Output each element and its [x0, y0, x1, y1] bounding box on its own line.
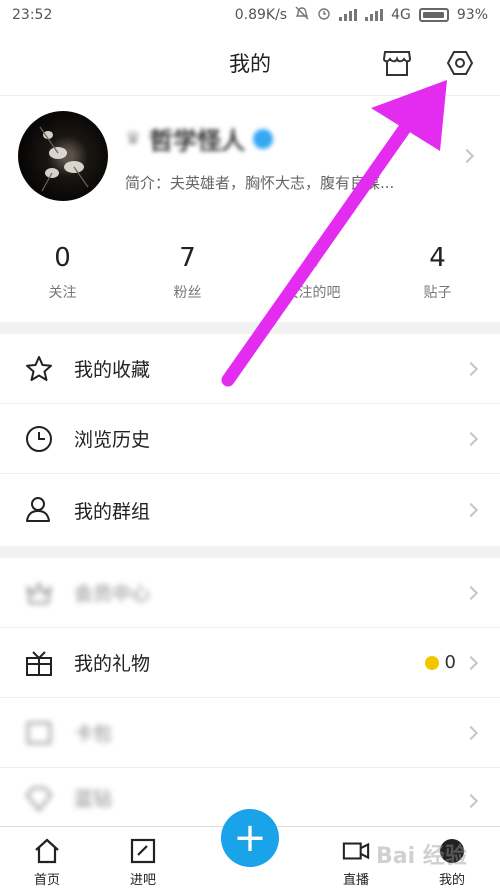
menu-favorites[interactable]: 我的收藏 [0, 334, 500, 404]
stat-value: 7 [179, 243, 196, 273]
menu-groups[interactable]: 我的群组 [0, 474, 500, 546]
stat-followed-bars[interactable]: 4 关注的吧 [250, 228, 375, 318]
star-icon [26, 356, 52, 381]
section-divider [0, 546, 500, 558]
menu-label: 浏览历史 [74, 429, 151, 451]
battery-icon [418, 8, 449, 22]
menu-member-center[interactable]: 会员中心 [0, 558, 500, 628]
stat-value: 4 [304, 243, 321, 273]
menu-card-wallet[interactable]: 卡包 [0, 698, 500, 768]
enter-bar-icon [129, 837, 157, 865]
home-icon [33, 837, 61, 865]
stat-label: 关注 [48, 285, 77, 301]
username: ♛ 哲学怪人 [125, 121, 274, 156]
stat-posts[interactable]: 4 贴子 [375, 228, 500, 318]
chevron-right-icon [463, 725, 479, 741]
settings-icon[interactable] [445, 48, 475, 78]
menu-label: 我的收藏 [74, 359, 151, 381]
chevron-right-icon [463, 431, 479, 447]
video-camera-icon [342, 837, 370, 865]
menu-label: 蓝钻 [74, 787, 113, 810]
profile-card[interactable]: ♛ 哲学怪人 简介：夫英雄者，胸怀大志，腹有良谋... [0, 96, 500, 218]
store-icon[interactable] [382, 48, 412, 78]
menu-label: 我的群组 [74, 500, 151, 523]
page-header: 我的 [0, 30, 500, 96]
gift-icon [26, 651, 52, 676]
menu-gifts[interactable]: 我的礼物 0 [0, 628, 500, 698]
stat-value: 4 [429, 243, 446, 273]
gifts-count: 0 [424, 652, 456, 673]
network-type: 4G [391, 7, 411, 23]
tab-enter-bar[interactable]: 进吧 [108, 827, 178, 889]
crown-icon: ♛ [125, 128, 142, 149]
menu-label: 我的礼物 [74, 653, 151, 675]
signal-icon-2 [365, 9, 384, 21]
alarm-icon [317, 6, 331, 24]
section-divider [0, 322, 500, 334]
chevron-right-icon [463, 361, 479, 377]
profile-intro: 简介：夫英雄者，胸怀大志，腹有良谋... [125, 174, 395, 192]
gifts-count-value: 0 [444, 652, 456, 673]
verified-icon [253, 128, 274, 149]
group-icon [26, 497, 50, 522]
tab-label: 我的 [438, 873, 465, 888]
avatar[interactable] [18, 111, 108, 201]
menu-label: 卡包 [74, 723, 113, 745]
chevron-right-icon [463, 502, 479, 518]
stat-following[interactable]: 0 关注 [0, 228, 125, 318]
net-speed: 0.89K/s [234, 7, 288, 23]
diamond-icon [25, 787, 53, 812]
chevron-right-icon [463, 585, 479, 601]
stat-fans[interactable]: 7 粉丝 [125, 228, 250, 318]
signal-icon [339, 9, 358, 21]
menu-history[interactable]: 浏览历史 [0, 404, 500, 474]
tab-home[interactable]: 首页 [12, 827, 82, 889]
tab-label: 进吧 [129, 873, 156, 888]
status-time: 23:52 [12, 7, 53, 23]
battery-level: 93% [456, 7, 488, 23]
mute-icon [295, 6, 309, 24]
page-title: 我的 [229, 51, 271, 76]
post-button[interactable]: + [221, 809, 279, 867]
chevron-right-icon [459, 148, 475, 164]
menu-label: 会员中心 [74, 583, 151, 605]
tab-label: 直播 [342, 873, 369, 888]
stats-row: 0 关注 7 粉丝 4 关注的吧 4 贴子 [0, 228, 500, 318]
card-icon [27, 722, 51, 744]
username-text: 哲学怪人 [149, 127, 246, 155]
stat-value: 0 [54, 243, 71, 273]
status-bar: 23:52 0.89K/s 4G 93% [0, 0, 500, 30]
chevron-right-icon [463, 793, 479, 809]
status-indicators: 0.89K/s 4G 93% [235, 6, 488, 24]
stat-label: 粉丝 [173, 285, 202, 301]
tab-label: 首页 [33, 873, 60, 888]
watermark: Bai 经验 [376, 844, 467, 869]
coin-icon [424, 655, 439, 670]
chevron-right-icon [463, 655, 479, 671]
stat-label: 贴子 [423, 285, 452, 301]
clock-icon [26, 426, 52, 452]
crown-icon [26, 581, 52, 604]
stat-label: 关注的吧 [284, 285, 341, 301]
